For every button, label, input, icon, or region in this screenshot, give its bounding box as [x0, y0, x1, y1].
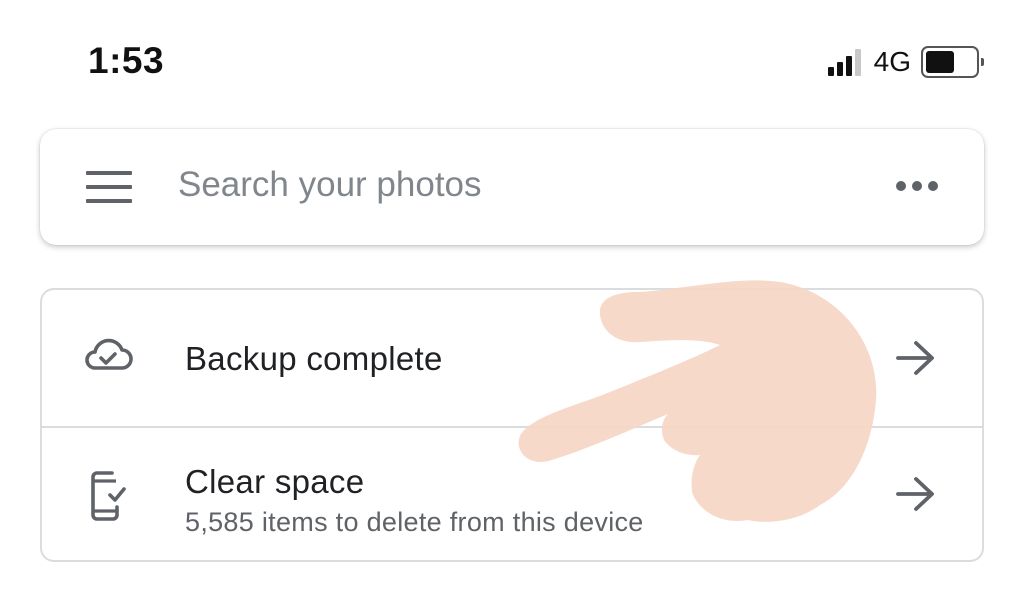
battery-icon	[921, 46, 984, 78]
more-horizontal-icon[interactable]	[896, 179, 938, 193]
clear-space-row[interactable]: Clear space 5,585 items to delete from t…	[42, 427, 982, 560]
signal-bars-icon	[827, 48, 864, 76]
status-time: 1:53	[88, 40, 165, 81]
backup-status-title: Backup complete	[185, 340, 443, 377]
hamburger-menu-icon[interactable]	[86, 171, 132, 203]
backup-complete-row[interactable]: Backup complete	[42, 290, 982, 427]
arrow-right-icon[interactable]	[894, 338, 938, 378]
clear-space-subtitle: 5,585 items to delete from this device	[185, 507, 644, 537]
photos-app-screen: 1:53 4G Search your photos Backup comple…	[0, 0, 1024, 606]
arrow-right-icon[interactable]	[894, 474, 938, 514]
battery-level	[926, 51, 954, 73]
clear-space-title: Clear space	[185, 463, 365, 500]
phone-check-icon	[91, 471, 126, 521]
status-indicators: 4G	[827, 44, 984, 80]
search-bar[interactable]: Search your photos	[40, 129, 984, 245]
network-type: 4G	[873, 46, 911, 77]
search-input[interactable]: Search your photos	[178, 165, 482, 205]
status-card: Backup complete Clear space 5,585 items …	[40, 288, 984, 562]
cloud-check-icon	[85, 338, 133, 370]
